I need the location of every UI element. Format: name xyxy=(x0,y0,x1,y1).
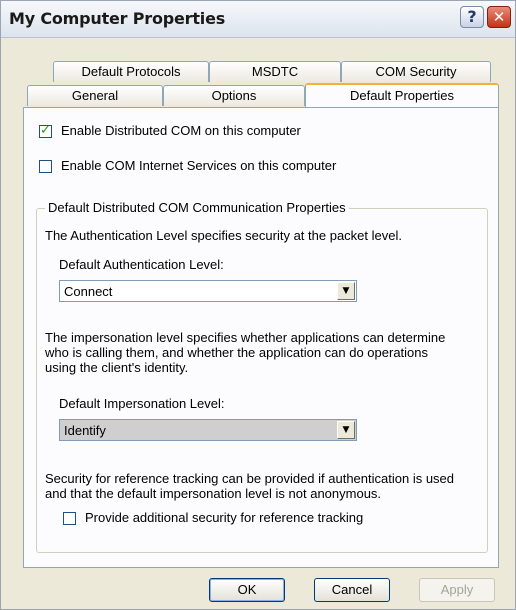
cancel-button[interactable]: Cancel xyxy=(314,578,390,602)
title-bar[interactable]: My Computer Properties ? ✕ xyxy=(1,1,515,38)
tab-default-properties[interactable]: Default Properties xyxy=(305,83,499,107)
help-button[interactable]: ? xyxy=(460,6,484,28)
impersonation-level-select[interactable]: Identify ▼ xyxy=(59,419,357,441)
auth-description: The Authentication Level specifies secur… xyxy=(45,228,402,243)
reference-description-line-2: and that the default impersonation level… xyxy=(45,486,382,501)
enable-dcom-label[interactable]: Enable Distributed COM on this computer xyxy=(61,123,301,138)
enable-cis-checkbox[interactable] xyxy=(39,160,52,173)
tab-general[interactable]: General xyxy=(27,85,163,106)
reference-tracking-label[interactable]: Provide additional security for referenc… xyxy=(85,510,363,525)
tab-msdtc[interactable]: MSDTC xyxy=(209,61,341,82)
window-title: My Computer Properties xyxy=(9,9,226,28)
dropdown-arrow-icon[interactable]: ▼ xyxy=(337,421,355,439)
auth-level-label: Default Authentication Level: xyxy=(59,257,224,272)
close-button[interactable]: ✕ xyxy=(487,6,511,28)
tab-options[interactable]: Options xyxy=(163,85,305,106)
dcom-properties-group: Default Distributed COM Communication Pr… xyxy=(36,200,488,553)
impersonation-level-label: Default Impersonation Level: xyxy=(59,396,225,411)
impersonation-level-value: Identify xyxy=(64,423,106,438)
auth-level-value: Connect xyxy=(64,284,113,299)
apply-button[interactable]: Apply xyxy=(419,578,495,602)
reference-description-line-1: Security for reference tracking can be p… xyxy=(45,471,455,486)
ok-button[interactable]: OK xyxy=(209,578,285,602)
auth-level-select[interactable]: Connect ▼ xyxy=(59,280,357,302)
tab-com-security[interactable]: COM Security xyxy=(341,61,491,82)
checkmark-icon: ✓ xyxy=(40,123,51,138)
properties-dialog: My Computer Properties ? ✕ Default Proto… xyxy=(0,0,516,610)
impersonation-description-line-2: who is calling them, and whether the app… xyxy=(45,345,429,360)
impersonation-description-line-1: The impersonation level specifies whethe… xyxy=(45,330,446,345)
dropdown-arrow-icon[interactable]: ▼ xyxy=(337,282,355,300)
enable-dcom-checkbox[interactable]: ✓ xyxy=(39,123,52,138)
enable-cis-label[interactable]: Enable COM Internet Services on this com… xyxy=(61,158,336,173)
tab-default-protocols[interactable]: Default Protocols xyxy=(53,61,209,82)
group-legend: Default Distributed COM Communication Pr… xyxy=(45,200,349,215)
reference-tracking-checkbox[interactable] xyxy=(63,512,76,525)
tab-panel-default-properties: ✓ Enable Distributed COM on this compute… xyxy=(23,107,499,568)
impersonation-description-line-3: using the client's identity. xyxy=(45,360,189,375)
